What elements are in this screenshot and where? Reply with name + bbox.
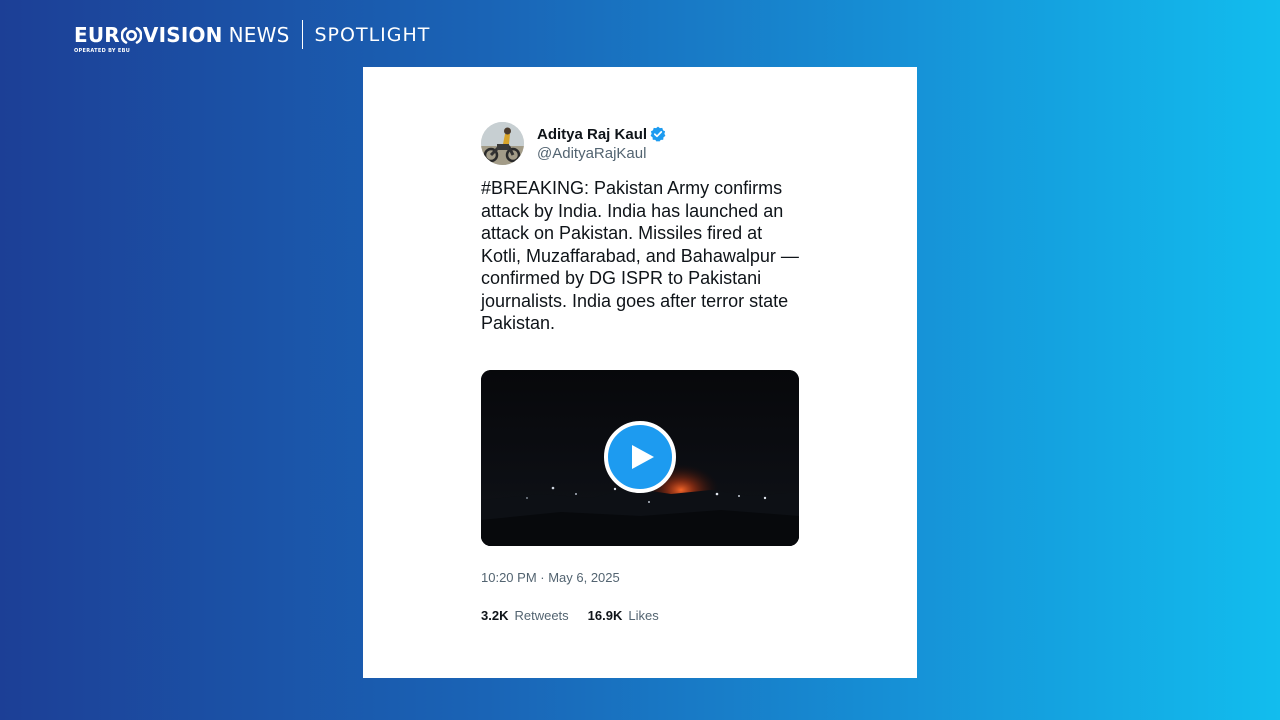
play-icon [631, 445, 654, 469]
tweet-video[interactable] [481, 370, 799, 546]
tweet-timestamp[interactable]: 10:20 PM · May 6, 2025 [481, 570, 620, 585]
author-handle[interactable]: @AdityaRajKaul [537, 145, 666, 162]
spotlight-section-title: SPOTLIGHT [314, 24, 431, 46]
likes-count: 16.9K [587, 608, 623, 623]
brand-divider [301, 20, 303, 49]
eurovision-news-title: EUR VISION NEWS [74, 20, 290, 50]
verified-badge-icon [650, 126, 666, 142]
eurovision-news-wordmark: EUR VISION NEWS OPERATED BY EBU [74, 20, 290, 54]
brand-news-text: NEWS [228, 23, 290, 47]
brand-vision-text: VISION [142, 23, 223, 47]
eurovision-ring-icon [120, 26, 142, 45]
tweet: Aditya Raj Kaul @AdityaRajKaul #BREAKING… [481, 121, 804, 623]
tweet-author: Aditya Raj Kaul @AdityaRajKaul [481, 121, 801, 165]
likes-label[interactable]: Likes [628, 608, 658, 623]
tweet-card: Aditya Raj Kaul @AdityaRajKaul #BREAKING… [363, 67, 917, 678]
author-name-row: Aditya Raj Kaul [537, 124, 666, 144]
author-avatar[interactable] [481, 121, 524, 165]
eurovision-news-spotlight-logo: EUR VISION NEWS OPERATED BY EBU SPOTLIGH… [74, 20, 430, 54]
author-name[interactable]: Aditya Raj Kaul [537, 126, 647, 143]
retweets-label[interactable]: Retweets [514, 608, 568, 623]
tweet-text: #BREAKING: Pakistan Army confirms attack… [481, 178, 804, 333]
author-text: Aditya Raj Kaul @AdityaRajKaul [537, 124, 666, 162]
brand-euro-text: EUR [74, 23, 120, 47]
play-button[interactable] [604, 421, 676, 493]
tweet-stats: 3.2K Retweets 16.9K Likes [481, 608, 659, 623]
operated-by-ebu-text: OPERATED BY EBU [74, 48, 131, 54]
retweets-count: 3.2K [481, 608, 509, 623]
